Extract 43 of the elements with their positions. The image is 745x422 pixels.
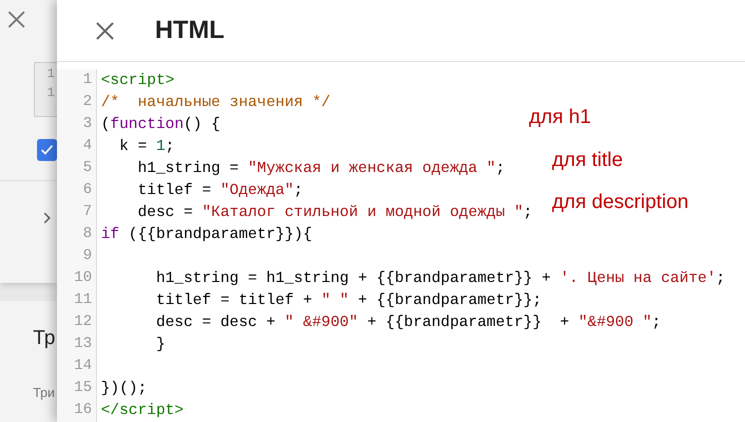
checkbox[interactable]: [37, 139, 57, 161]
line-number: 11: [74, 290, 92, 310]
line-number: 15: [74, 378, 92, 398]
line-number: 6: [82, 180, 92, 200]
line-number: 10: [74, 268, 92, 288]
code-line: h1_string = "Мужская и женская одежда ";: [136, 158, 505, 179]
close-icon[interactable]: [95, 20, 115, 40]
code-line: })();: [101, 378, 147, 399]
dialog-title: HTML: [155, 14, 224, 46]
code-line: </script>: [101, 400, 184, 421]
line-number: 13: [74, 334, 92, 354]
line-number: 4: [82, 136, 92, 156]
line-number: 1: [47, 65, 56, 83]
line-number: 3: [82, 114, 92, 134]
line-number: 7: [82, 202, 92, 222]
code-line: }: [155, 334, 166, 355]
code-line: titlef = titlef + " " + {{brandparametr}};: [155, 290, 542, 311]
line-number: 1: [82, 70, 92, 90]
code-line: desc = "Каталог стильной и модной одежды ";: [136, 202, 532, 223]
code-line: titlef = "Одежда";: [136, 180, 303, 201]
chevron-right-icon[interactable]: [43, 211, 51, 225]
line-number: 9: [82, 246, 92, 266]
line-number: 16: [74, 400, 92, 420]
close-icon[interactable]: [7, 10, 26, 29]
check-icon: [40, 143, 54, 157]
code-line: k = 1;: [118, 136, 174, 157]
line-number: 8: [82, 224, 92, 244]
section-subtext: Три: [33, 384, 56, 402]
annotation-note: для description: [552, 190, 688, 215]
line-number: 5: [82, 158, 92, 178]
line-number: 2: [82, 92, 92, 112]
code-line: if ({{brandparametr}}){: [101, 224, 312, 245]
line-number: 14: [74, 356, 92, 376]
section-heading: Тр: [33, 326, 56, 351]
annotation-note: для title: [552, 148, 623, 173]
line-number: 12: [74, 312, 92, 332]
line-number: 1: [47, 84, 56, 102]
code-line: (function() {: [101, 114, 220, 135]
code-line: /* начальные значения */: [101, 92, 330, 113]
code-line: h1_string = h1_string + {{brandparametr}} + '. Цены на сайте';: [155, 268, 726, 289]
annotation-note: для h1: [529, 105, 591, 130]
code-line: <script>: [101, 70, 174, 91]
code-line: desc = desc + " &#900" + {{brandparametr}} + "&#900 ";: [155, 312, 661, 333]
